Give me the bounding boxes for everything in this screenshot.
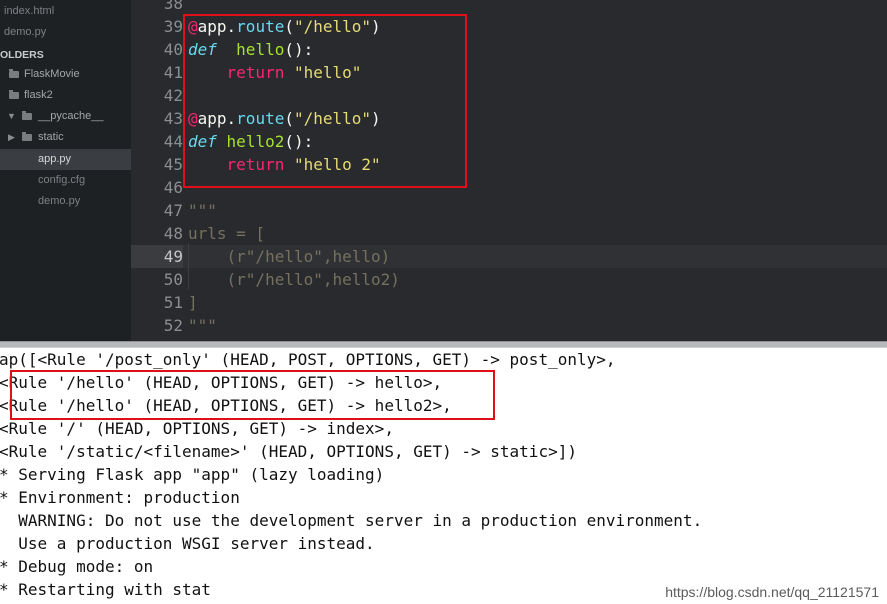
console-line: Use a production WSGI server instead. — [0, 534, 375, 553]
line-number: 52 — [163, 316, 183, 335]
code-line: (r"/hello",hello2) — [188, 268, 400, 291]
folder-icon — [22, 111, 32, 120]
code-line: (r"/hello",hello) — [183, 245, 887, 268]
console-line: * Restarting with stat — [0, 580, 211, 599]
file-label: demo.py — [38, 195, 81, 207]
folder-icon — [22, 132, 32, 141]
code-token: (r"/hello",hello2) — [188, 270, 400, 289]
code-line: urls = [ — [188, 222, 265, 245]
code-token: """ — [188, 201, 217, 220]
line-number: 43 — [163, 109, 183, 128]
open-file-label: demo.py — [4, 26, 47, 38]
console-output[interactable]: ap([<Rule '/post_only' (HEAD, POST, OPTI… — [0, 348, 887, 604]
sidebar-file-config-cfg[interactable]: config.cfg — [0, 170, 131, 191]
code-token: ] — [188, 293, 198, 312]
code-token: """ — [188, 316, 217, 335]
sidebar-file-app-py[interactable]: app.py — [0, 149, 131, 170]
sidebar-folder-flaskmovie[interactable]: FlaskMovie — [0, 64, 131, 85]
console-line: <Rule '/static/<filename>' (HEAD, OPTION… — [0, 442, 577, 461]
open-file-index-html[interactable]: index.html — [0, 1, 131, 22]
line-number: 46 — [163, 178, 183, 197]
console-line: WARNING: Do not use the development serv… — [0, 511, 703, 530]
console-line: * Debug mode: on — [0, 557, 154, 576]
file-label: app.py — [38, 153, 72, 165]
folders-header: OLDERS — [0, 45, 131, 66]
folders-header-label: OLDERS — [0, 49, 44, 61]
console-line: * Environment: production — [0, 488, 240, 507]
console-line: <Rule '/' (HEAD, OPTIONS, GET) -> index>… — [0, 419, 394, 438]
open-file-demo-py[interactable]: demo.py — [0, 22, 131, 43]
folder-icon — [9, 69, 19, 78]
folder-label: flask2 — [24, 89, 53, 101]
panel-splitter[interactable] — [0, 341, 887, 348]
highlight-box-hello-rules — [10, 370, 495, 420]
sidebar-folder-static[interactable]: ▶ static — [0, 127, 131, 148]
chevron-down-icon[interactable]: ▼ — [7, 106, 16, 127]
code-token: urls = [ — [188, 224, 266, 243]
line-number: 40 — [163, 40, 183, 59]
line-number: 50 — [163, 270, 183, 289]
code-token: (r"/hello",hello) — [188, 247, 391, 266]
line-number: 49 — [131, 245, 183, 268]
line-number: 38 — [163, 0, 183, 13]
folder-label: static — [38, 131, 64, 143]
console-line: ap([<Rule '/post_only' (HEAD, POST, OPTI… — [0, 350, 616, 369]
line-number: 42 — [163, 86, 183, 105]
line-number: 39 — [163, 17, 183, 36]
sidebar-folder-pycache[interactable]: ▼ __pycache__ — [0, 106, 131, 127]
watermark-text: https://blog.csdn.net/qq_21121571 — [665, 584, 879, 600]
chevron-right-icon[interactable]: ▶ — [8, 127, 15, 148]
folder-icon — [9, 90, 19, 99]
sidebar-folder-flask2[interactable]: flask2 — [0, 85, 131, 106]
console-line: * Serving Flask app "app" (lazy loading) — [0, 465, 385, 484]
line-number: 41 — [163, 63, 183, 82]
code-editor[interactable]: 38 39 40 41 42 43 44 45 46 47 48 49 50 51 52 @app.rout… — [131, 0, 887, 341]
sidebar-file-demo-py[interactable]: demo.py — [0, 191, 131, 212]
file-sidebar: index.html demo.py OLDERS FlaskMovie fla… — [0, 0, 131, 341]
line-number: 51 — [163, 293, 183, 312]
open-file-label: index.html — [4, 5, 55, 17]
code-line: """ — [188, 199, 217, 222]
folder-label: __pycache__ — [38, 110, 104, 122]
line-number: 48 — [163, 224, 183, 243]
highlight-box-routes — [183, 14, 467, 188]
line-number: 45 — [163, 155, 183, 174]
code-line: """ — [188, 314, 217, 337]
folder-label: FlaskMovie — [24, 68, 80, 80]
code-line: ] — [188, 291, 198, 314]
line-number: 47 — [163, 201, 183, 220]
file-label: config.cfg — [38, 174, 86, 186]
line-number: 44 — [163, 132, 183, 151]
indent-guide — [188, 243, 189, 289]
